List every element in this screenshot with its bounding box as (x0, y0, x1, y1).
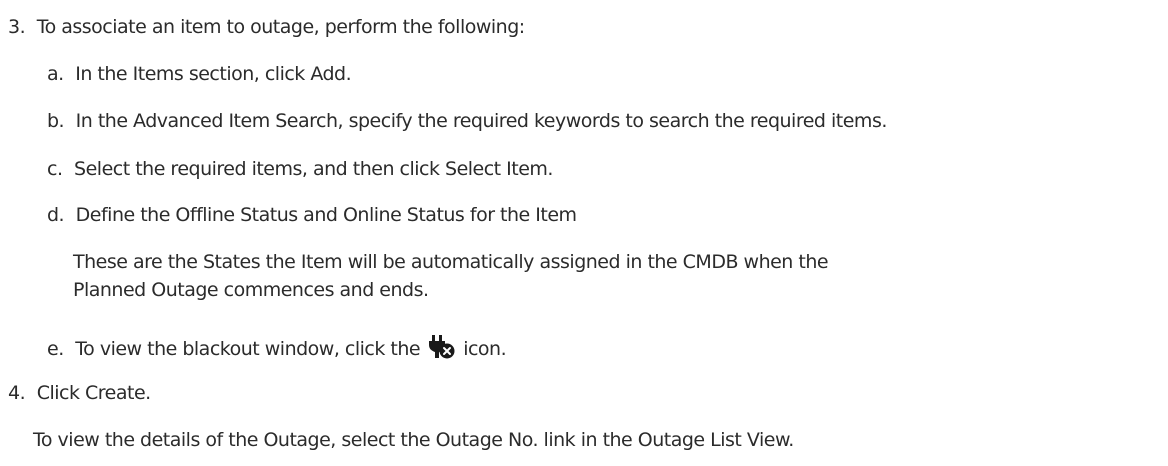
step-3c-letter: c. (47, 158, 63, 180)
step-3e-text-after: icon. (463, 338, 507, 360)
step-3d-note-line-1: These are the States the Item will be au… (73, 251, 829, 273)
step-3d-letter: d. (47, 204, 65, 226)
step-3-number: 3. (8, 16, 26, 38)
step-3b-text: In the Advanced Item Search, specify the… (75, 110, 888, 132)
step-3d-text: Define the Offline Status and Online Sta… (75, 204, 577, 226)
step-3e-letter: e. (47, 338, 64, 360)
step-3: 3. To associate an item to outage, perfo… (8, 15, 525, 39)
step-3-text: To associate an item to outage, perform … (36, 16, 526, 38)
step-4: 4. Click Create. (8, 381, 151, 405)
step-3a: a. In the Items section, click Add. (47, 62, 352, 86)
step-3d: d. Define the Offline Status and Online … (47, 203, 577, 227)
step-3a-text: In the Items section, click Add. (75, 63, 352, 85)
step-3c: c. Select the required items, and then c… (47, 157, 553, 181)
final-note: To view the details of the Outage, selec… (33, 429, 794, 451)
step-3a-letter: a. (47, 63, 64, 85)
step-3e: e. To view the blackout window, click th… (47, 334, 507, 361)
step-3b-letter: b. (47, 110, 65, 132)
step-4-text: Click Create. (36, 382, 152, 404)
step-3d-note-line-2: Planned Outage commences and ends. (73, 279, 429, 301)
blackout-plug-icon (428, 334, 456, 360)
step-3c-text: Select the required items, and then clic… (74, 158, 553, 180)
step-4-number: 4. (8, 382, 26, 404)
step-3e-text-before: To view the blackout window, click the (75, 338, 421, 360)
step-3b: b. In the Advanced Item Search, specify … (47, 109, 887, 133)
